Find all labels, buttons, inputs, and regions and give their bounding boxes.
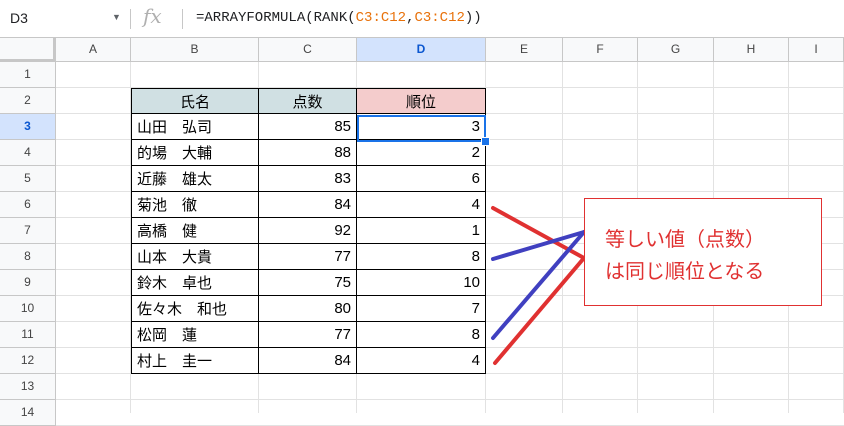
- callout-line-1: 等しい値（点数）: [605, 229, 765, 251]
- callout-line-2: は同じ順位となる: [605, 261, 765, 283]
- blue-arrow-row11: [491, 230, 586, 340]
- red-arrow-row12: [493, 256, 586, 365]
- annotation-callout: 等しい値（点数） は同じ順位となる: [584, 198, 822, 306]
